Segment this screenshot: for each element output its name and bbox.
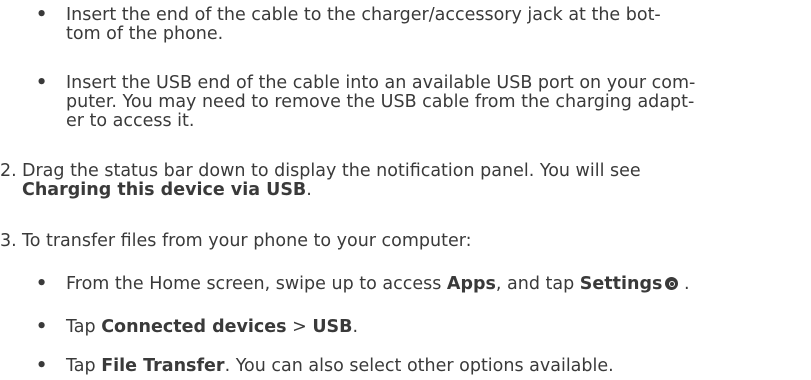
text-middle: , and tap xyxy=(495,274,580,294)
bold-text-usb: USB xyxy=(312,317,353,337)
text-end: . xyxy=(306,180,312,200)
text-line: puter. You may need to remove the USB ca… xyxy=(66,92,695,112)
step-number: 2. xyxy=(0,161,17,181)
bullet: • xyxy=(36,356,48,376)
bold-text-settings: Settings xyxy=(579,274,663,294)
text-prefix: Tap xyxy=(66,356,102,376)
list-item-text: Tap Connected devices > USB. xyxy=(66,318,796,337)
text-prefix: From the Home screen, swipe up to access xyxy=(66,274,447,294)
list-item-text: Insert the USB end of the cable into an … xyxy=(66,74,796,131)
document-page: • Insert the end of the cable to the cha… xyxy=(0,0,811,380)
list-item-text: From the Home screen, swipe up to access… xyxy=(66,275,796,294)
text-suffix: . xyxy=(678,274,690,294)
bold-text-file-transfer: File Transfer xyxy=(101,356,225,376)
text-line: er to access it. xyxy=(66,111,195,131)
text-line: Insert the end of the cable to the charg… xyxy=(66,5,661,25)
settings-icon xyxy=(665,277,679,290)
text-line: tom of the phone. xyxy=(66,24,224,44)
text-prefix: Tap xyxy=(66,317,102,337)
bold-text-apps: Apps xyxy=(446,274,496,294)
text-separator: > xyxy=(286,317,313,337)
bullet: • xyxy=(36,5,48,25)
list-item-text: Insert the end of the cable to the charg… xyxy=(66,6,796,44)
bullet: • xyxy=(36,274,48,294)
bold-text-charging: Charging this device via USB xyxy=(22,180,307,200)
text-line: Charging this device via USB. xyxy=(22,181,782,200)
text-suffix: . xyxy=(352,317,359,337)
bullet: • xyxy=(36,317,48,337)
bullet: • xyxy=(36,73,48,93)
step-text: Drag the status bar down to display the … xyxy=(22,162,782,200)
text-line: To transfer files from your phone to you… xyxy=(22,231,472,251)
bold-text-connected-devices: Connected devices xyxy=(101,317,287,337)
list-item-text: Tap File Transfer. You can also select o… xyxy=(66,357,796,376)
text-line: Drag the status bar down to display the … xyxy=(22,161,641,181)
step-number: 3. xyxy=(0,231,17,251)
step-text: To transfer files from your phone to you… xyxy=(22,232,782,251)
text-line: Insert the USB end of the cable into an … xyxy=(66,73,696,93)
text-suffix: . You can also select other options avai… xyxy=(224,356,614,376)
